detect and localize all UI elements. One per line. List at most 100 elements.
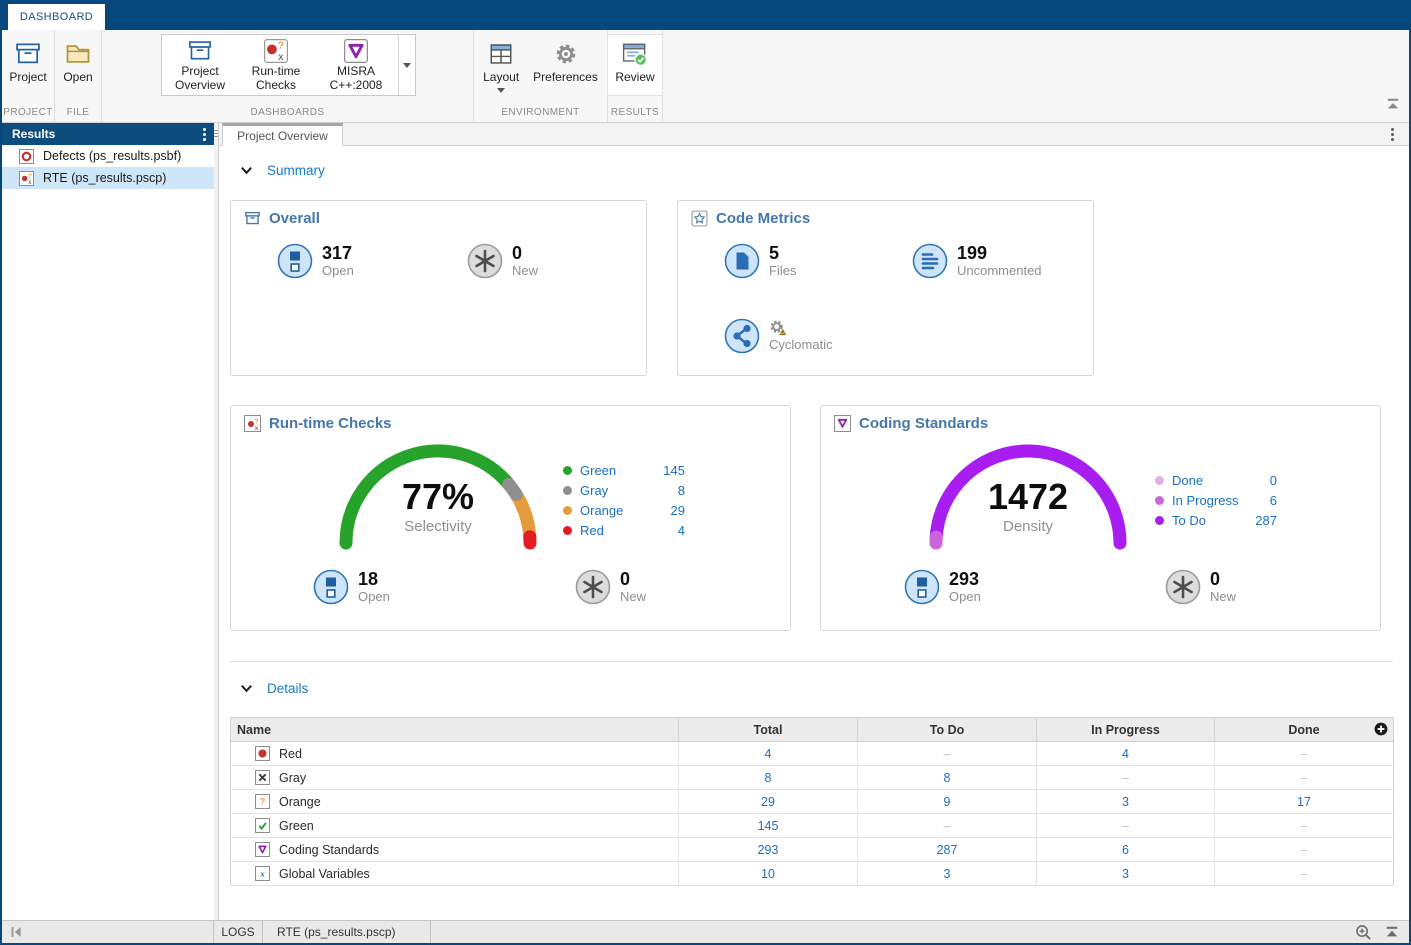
open-button[interactable]: Open bbox=[56, 35, 99, 87]
table-row[interactable]: ?Orange 29 9 3 17 bbox=[231, 790, 1394, 814]
status-bar: LOGS RTE (ps_results.pscp) bbox=[2, 920, 1409, 943]
overall-card: Overall 317Open 0New bbox=[230, 200, 647, 376]
misra-button[interactable]: MISRA C++:2008 bbox=[314, 35, 398, 95]
coding-new-stat[interactable]: 0New bbox=[1165, 569, 1236, 605]
svg-text:?: ? bbox=[260, 797, 266, 807]
overall-new-value: 0 bbox=[512, 243, 538, 263]
inprogress-cell[interactable]: 4 bbox=[1037, 742, 1215, 766]
ribbon: Project PROJECT Open FILE bbox=[2, 30, 1409, 123]
collapse-left-icon[interactable] bbox=[9, 925, 24, 939]
total-cell[interactable]: 10 bbox=[679, 862, 858, 886]
ribbon-group-label-environment: ENVIRONMENT bbox=[474, 105, 607, 122]
legend-item-red[interactable]: Red4 bbox=[563, 520, 685, 540]
coding-new-label: New bbox=[1210, 589, 1236, 605]
tabstrip-menu-button[interactable] bbox=[1391, 128, 1394, 141]
table-row[interactable]: xGlobal Variables 10 3 3 – bbox=[231, 862, 1394, 886]
legend-item-in-progress[interactable]: In Progress6 bbox=[1155, 490, 1277, 510]
legend-item-orange[interactable]: Orange29 bbox=[563, 500, 685, 520]
column-header-done[interactable]: Done bbox=[1215, 718, 1394, 742]
done-cell[interactable]: 17 bbox=[1215, 790, 1394, 814]
runtime-card-title: Run-time Checks bbox=[269, 415, 392, 432]
column-header-name[interactable]: Name bbox=[231, 718, 679, 742]
inprogress-cell[interactable]: 3 bbox=[1037, 862, 1215, 886]
total-cell[interactable]: 8 bbox=[679, 766, 858, 790]
open-results-icon bbox=[904, 569, 940, 605]
files-stat[interactable]: 5Files bbox=[724, 243, 796, 279]
runtime-checks-button[interactable]: ?x Run-time Checks bbox=[238, 35, 314, 95]
legend-item-gray[interactable]: Gray8 bbox=[563, 480, 685, 500]
logs-tab[interactable]: LOGS bbox=[214, 921, 263, 943]
legend-item-to-do[interactable]: To Do287 bbox=[1155, 510, 1277, 530]
coding-card-title: Coding Standards bbox=[859, 415, 988, 432]
total-cell[interactable]: 4 bbox=[679, 742, 858, 766]
misra-triangle-icon bbox=[343, 38, 369, 64]
table-row[interactable]: Red 4 – 4 – bbox=[231, 742, 1394, 766]
table-row[interactable]: Gray 8 8 – – bbox=[231, 766, 1394, 790]
total-cell[interactable]: 145 bbox=[679, 814, 858, 838]
ribbon-tab-dashboard[interactable]: DASHBOARD bbox=[8, 4, 105, 30]
project-button[interactable]: Project bbox=[2, 35, 53, 87]
ribbon-group-label-file: FILE bbox=[55, 105, 101, 122]
layout-button[interactable]: Layout bbox=[476, 35, 526, 96]
coding-standards-card: Coding Standards 1472 Density Done0 In P… bbox=[820, 405, 1381, 631]
sidebar-item-rte[interactable]: ?x RTE (ps_results.pscp) bbox=[2, 167, 214, 189]
app-window: DASHBOARD Project PROJECT bbox=[0, 0, 1411, 945]
table-row[interactable]: Green 145 – – – bbox=[231, 814, 1394, 838]
column-header-total[interactable]: Total bbox=[679, 718, 858, 742]
total-cell[interactable]: 29 bbox=[679, 790, 858, 814]
runtime-open-value: 18 bbox=[358, 569, 390, 589]
cyclomatic-label: Cyclomatic bbox=[769, 337, 833, 353]
preferences-button[interactable]: Preferences bbox=[526, 35, 605, 87]
collapse-ribbon-button[interactable] bbox=[1385, 97, 1401, 116]
summary-section-toggle[interactable]: Summary bbox=[239, 163, 325, 178]
ribbon-group-environment: Layout Preferences ENVIRONMENT bbox=[474, 30, 608, 122]
todo-cell[interactable]: 3 bbox=[858, 862, 1037, 886]
legend-dot bbox=[563, 466, 572, 475]
runtime-checks-icon: ?x bbox=[263, 38, 289, 64]
details-section-toggle[interactable]: Details bbox=[239, 681, 308, 696]
density-label: Density bbox=[918, 517, 1138, 537]
open-folder-icon bbox=[64, 38, 92, 70]
new-results-icon bbox=[1165, 569, 1201, 605]
ribbon-group-file: Open FILE bbox=[55, 30, 102, 122]
sidebar-menu-button[interactable] bbox=[203, 128, 206, 141]
inprogress-cell[interactable]: 6 bbox=[1037, 838, 1215, 862]
table-header-row: Name Total To Do In Progress Done bbox=[231, 718, 1394, 742]
table-row[interactable]: Coding Standards 293 287 6 – bbox=[231, 838, 1394, 862]
statusbar-active-result-tab[interactable]: RTE (ps_results.pscp) bbox=[263, 921, 431, 943]
todo-cell[interactable]: 287 bbox=[858, 838, 1037, 862]
layout-grid-icon bbox=[488, 38, 514, 70]
collapse-panel-icon[interactable] bbox=[1384, 925, 1400, 939]
orange-check-icon: ? bbox=[255, 794, 270, 809]
todo-cell[interactable]: 8 bbox=[858, 766, 1037, 790]
coding-open-label: Open bbox=[949, 589, 981, 605]
cyclomatic-stat[interactable]: Cyclomatic bbox=[724, 318, 833, 354]
overall-card-title: Overall bbox=[269, 210, 320, 227]
overall-open-stat[interactable]: 317Open bbox=[277, 243, 354, 279]
legend-item-green[interactable]: Green145 bbox=[563, 460, 685, 480]
zoom-in-icon[interactable] bbox=[1355, 924, 1372, 941]
column-header-inprogress[interactable]: In Progress bbox=[1037, 718, 1215, 742]
global-variables-icon: x bbox=[255, 866, 270, 881]
chevron-down-icon bbox=[239, 681, 254, 696]
total-cell[interactable]: 293 bbox=[679, 838, 858, 862]
dashboards-gallery-dropdown[interactable] bbox=[398, 35, 415, 95]
legend-item-done[interactable]: Done0 bbox=[1155, 470, 1277, 490]
sidebar-item-defects[interactable]: Defects (ps_results.psbf) bbox=[2, 145, 214, 167]
project-box-icon bbox=[14, 38, 42, 70]
todo-cell[interactable]: 9 bbox=[858, 790, 1037, 814]
column-header-todo[interactable]: To Do bbox=[858, 718, 1037, 742]
add-column-button[interactable] bbox=[1374, 722, 1388, 741]
project-overview-button[interactable]: Project Overview bbox=[162, 35, 238, 95]
inprogress-cell[interactable]: 3 bbox=[1037, 790, 1215, 814]
runtime-new-stat[interactable]: 0New bbox=[575, 569, 646, 605]
tab-label: Project Overview bbox=[237, 129, 328, 143]
coding-open-stat[interactable]: 293Open bbox=[904, 569, 981, 605]
runtime-open-stat[interactable]: 18Open bbox=[313, 569, 390, 605]
document-tabstrip: Project Overview bbox=[219, 123, 1409, 146]
density-gauge: 1472 Density bbox=[918, 433, 1138, 559]
uncommented-stat[interactable]: 199Uncommented bbox=[912, 243, 1042, 279]
tab-project-overview[interactable]: Project Overview bbox=[222, 123, 343, 146]
overall-new-stat[interactable]: 0New bbox=[467, 243, 538, 279]
review-button[interactable]: Review bbox=[608, 35, 661, 95]
